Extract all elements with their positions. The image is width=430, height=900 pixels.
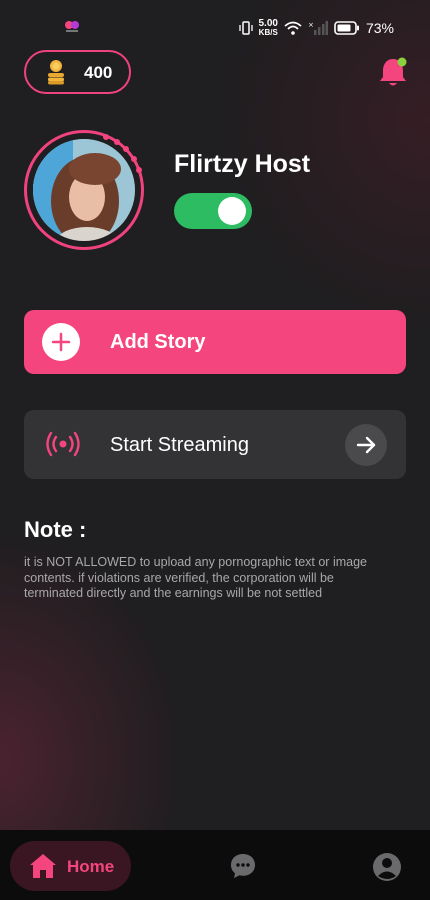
battery-percent: 73% <box>365 20 394 36</box>
nav-home-label: Home <box>67 857 115 876</box>
note-title: Note : <box>24 517 87 542</box>
nav-home-button[interactable]: Home <box>10 841 131 891</box>
svg-text:×: × <box>308 21 314 29</box>
home-icon <box>30 854 56 878</box>
bottom-nav: Home <box>0 830 430 900</box>
plus-icon <box>42 323 80 361</box>
app-logo-icon <box>65 21 79 32</box>
avatar-photo <box>33 139 135 241</box>
coin-balance-value: 400 <box>84 63 113 82</box>
start-streaming-label: Start Streaming <box>110 434 249 456</box>
add-story-label: Add Story <box>110 331 206 353</box>
arrow-right-icon[interactable] <box>345 424 387 466</box>
vibrate-icon <box>238 21 253 35</box>
status-icons: 5.00 KB/S × 73% <box>238 19 394 37</box>
online-status-toggle[interactable] <box>174 193 252 229</box>
signal-icon: × <box>308 21 328 35</box>
note-text: it is NOT ALLOWED to upload any pornogra… <box>24 555 367 600</box>
wifi-icon <box>284 21 302 35</box>
notification-bell-icon[interactable] <box>378 56 408 88</box>
battery-icon <box>334 21 359 35</box>
speed-unit: KB/S <box>258 28 278 37</box>
toggle-knob <box>218 197 246 225</box>
profile-icon[interactable] <box>372 852 402 882</box>
add-story-button[interactable]: Add Story <box>24 310 406 374</box>
network-speed: 5.00 KB/S <box>259 19 278 37</box>
chat-icon[interactable] <box>229 852 257 880</box>
coin-balance-pill[interactable]: 400 <box>24 50 131 94</box>
coin-stack-icon <box>48 60 64 85</box>
live-broadcast-icon <box>46 431 80 457</box>
start-streaming-button[interactable]: Start Streaming <box>24 410 406 479</box>
host-name: Flirtzy Host <box>174 150 311 178</box>
host-avatar[interactable] <box>24 130 146 252</box>
status-bar: 5.00 KB/S × 73% <box>0 0 430 44</box>
